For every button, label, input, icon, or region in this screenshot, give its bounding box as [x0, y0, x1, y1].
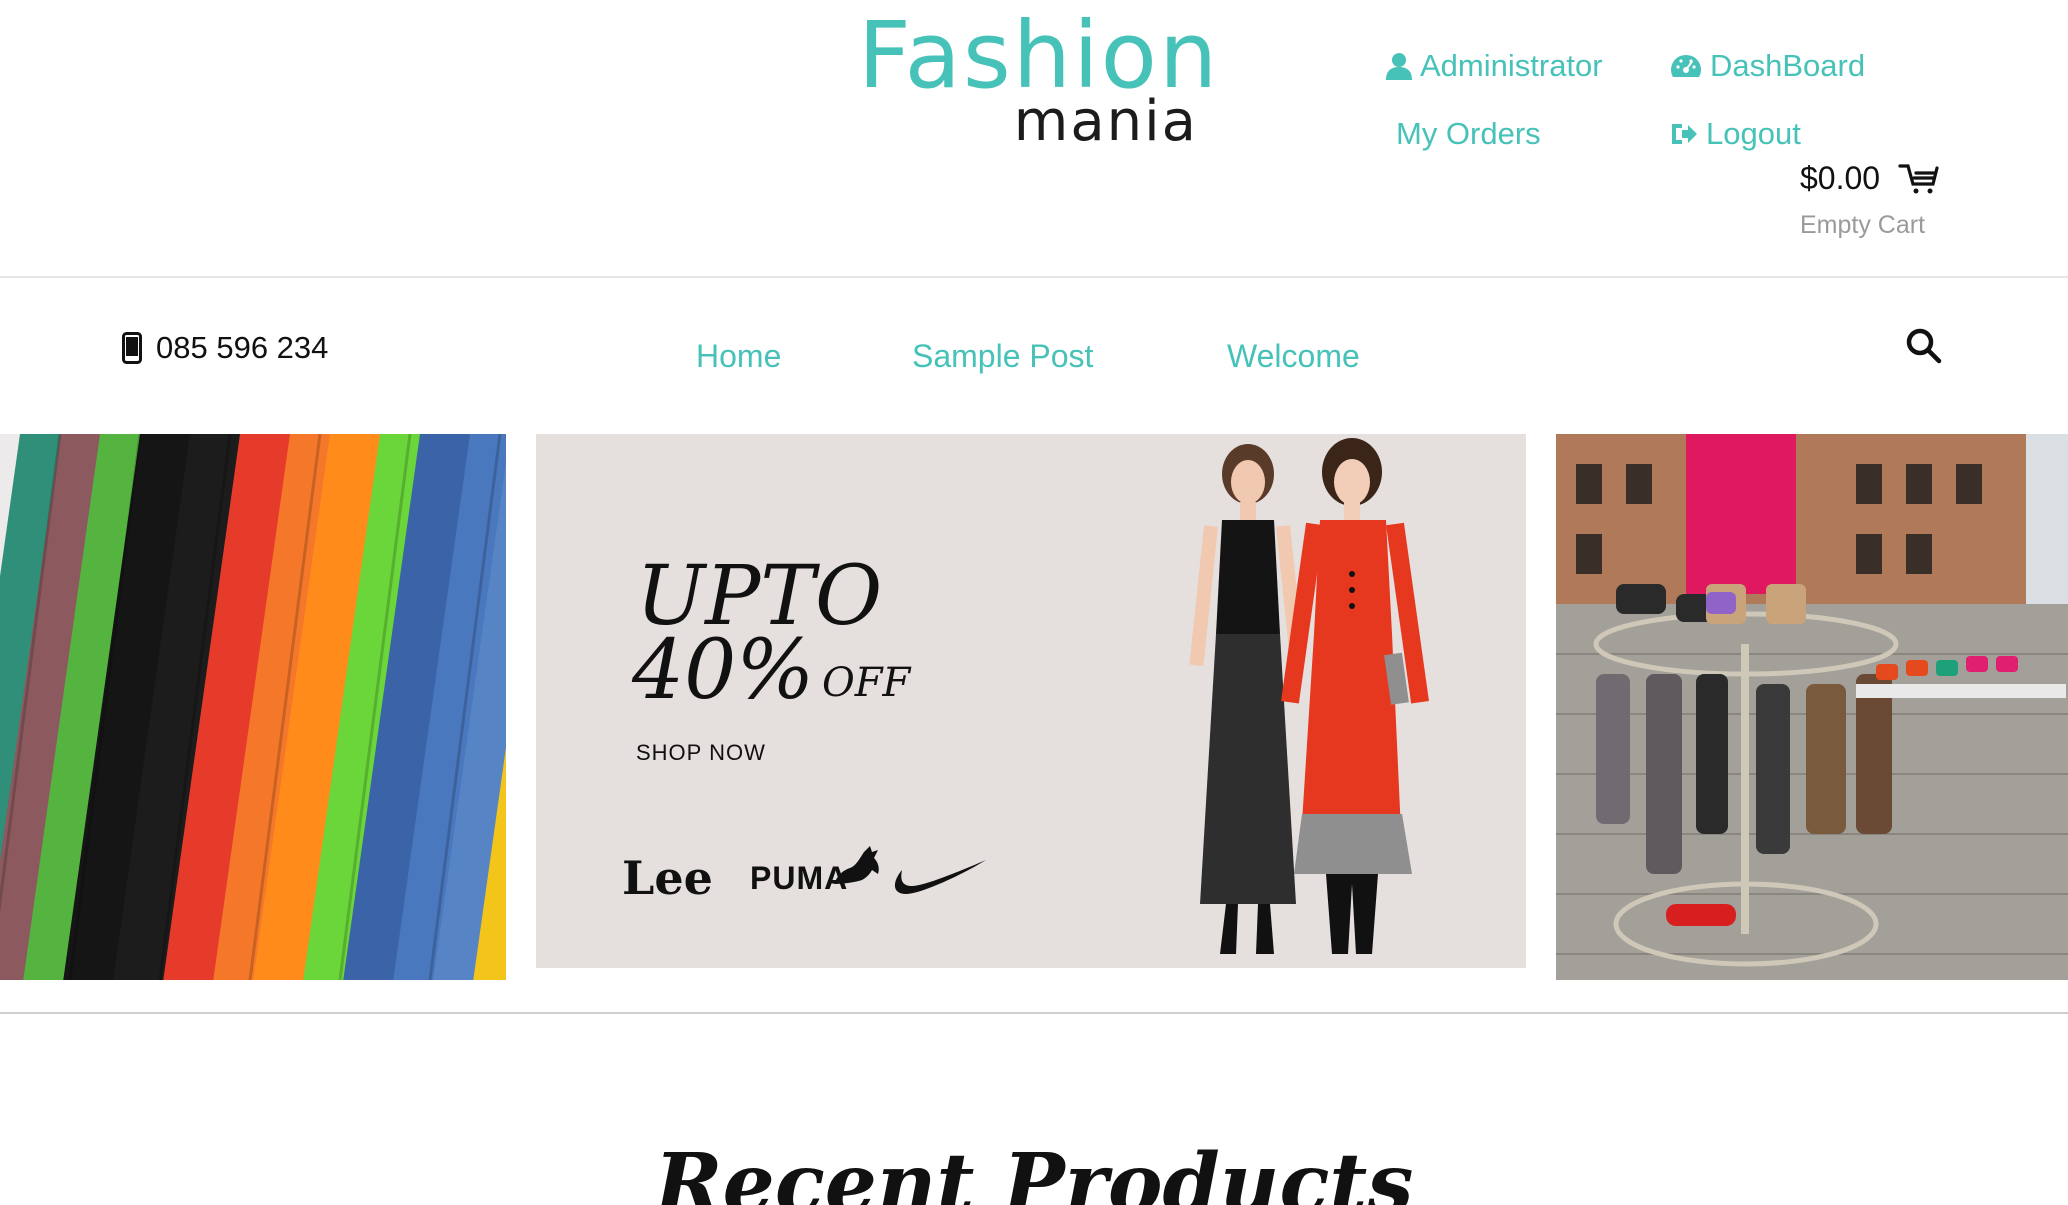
search-icon[interactable] [1904, 326, 1944, 366]
logout-label: Logout [1706, 116, 1801, 151]
recent-products-heading: Recent Products [654, 1136, 1414, 1205]
street-market-illustration [1556, 434, 2068, 980]
phone-icon [122, 332, 142, 364]
hoodies-illustration [0, 434, 506, 980]
nav-welcome[interactable]: Welcome [1227, 336, 1360, 376]
my-orders-label: My Orders [1396, 116, 1541, 151]
logo-mania-text: mania [1013, 89, 1198, 154]
administrator-label: Administrator [1420, 48, 1603, 83]
nav-home[interactable]: Home [696, 336, 781, 376]
models-illustration [1189, 438, 1429, 954]
cart-total[interactable]: $0.00 [1800, 158, 1880, 198]
nav-sample-post[interactable]: Sample Post [912, 336, 1093, 376]
phone-number: 085 596 234 [156, 330, 329, 365]
user-icon [1386, 53, 1412, 80]
slide-promo-banner[interactable]: UPTO 40% OFF SHOP NOW Lee PUMA [536, 434, 1526, 968]
cart-status-text: Empty Cart [1800, 211, 1926, 239]
my-orders-link[interactable]: My Orders [1396, 116, 1541, 152]
promo-percent-text: 40% [632, 623, 815, 718]
dashboard-icon [1671, 55, 1701, 77]
slide-hoodies-image[interactable] [0, 434, 506, 980]
shop-now-link[interactable]: SHOP NOW [636, 738, 766, 768]
promo-off-text: OFF [822, 660, 911, 706]
nike-swoosh-icon [894, 860, 986, 894]
dashboard-link[interactable]: DashBoard [1670, 48, 1865, 84]
contact-phone: 085 596 234 [122, 328, 328, 368]
header-divider [0, 276, 2068, 278]
brand-lee-logo: Lee [622, 851, 713, 905]
banner-divider [0, 1012, 2068, 1014]
puma-cat-icon [834, 846, 879, 884]
dashboard-label: DashBoard [1710, 48, 1866, 83]
administrator-link[interactable]: Administrator [1386, 48, 1603, 84]
logout-link[interactable]: Logout [1670, 116, 1801, 152]
site-logo[interactable]: Fashion mania [858, 6, 1217, 156]
logout-icon [1672, 124, 1697, 144]
slide-street-market-image[interactable] [1556, 434, 2068, 980]
cart-icon[interactable] [1898, 160, 1940, 196]
